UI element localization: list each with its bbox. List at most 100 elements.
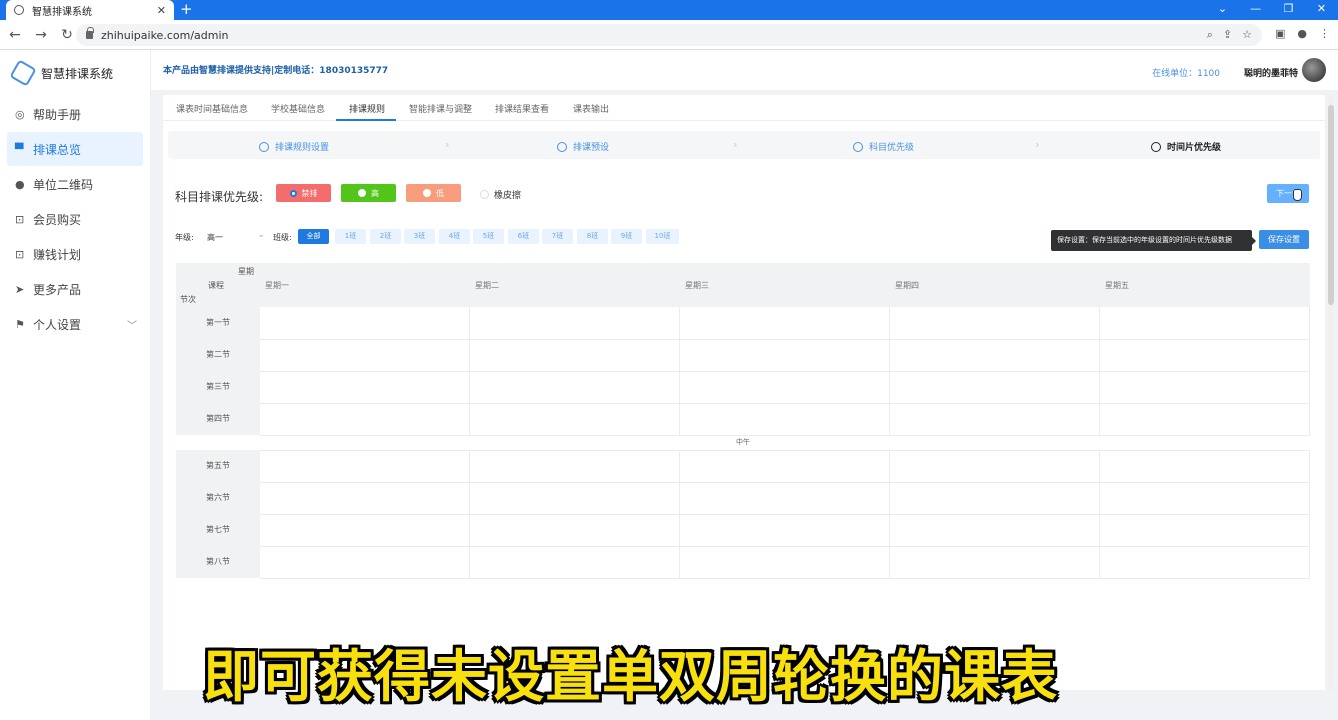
- tab-rules[interactable]: 排课规则: [349, 102, 385, 115]
- class-button[interactable]: 2班: [370, 229, 401, 244]
- sidebar-item-label: 会员购买: [33, 212, 82, 227]
- sidebar-item-earn[interactable]: ⊡ 赚钱计划: [7, 237, 143, 271]
- step-presets[interactable]: 排课预设: [557, 140, 609, 153]
- share-icon[interactable]: ⇪: [1223, 28, 1232, 42]
- steps-bar: 排课规则设置 › 排课预设 › 科目优先级 › 时间片优先级: [168, 131, 1320, 159]
- period-label: 第二节: [176, 339, 260, 371]
- sidebar-item-overview[interactable]: ▀ 排课总览: [7, 132, 143, 166]
- period-label: 第五节: [176, 450, 260, 482]
- day-header: 星期五: [1105, 281, 1129, 290]
- zoom-icon[interactable]: ⌕: [1207, 28, 1213, 42]
- grid-line: [260, 435, 1310, 436]
- grade-select[interactable]: 高一 ⌄: [203, 228, 267, 245]
- url-field[interactable]: zhihuipaike.com/admin ⌕ ⇪ ☆: [76, 24, 1262, 46]
- browser-tab[interactable]: 智慧排课系统 ✕: [6, 0, 174, 20]
- new-tab-icon[interactable]: +: [180, 0, 193, 20]
- tab-time-info[interactable]: 课表时间基础信息: [176, 102, 248, 115]
- forward-icon[interactable]: →: [30, 27, 52, 43]
- lock-icon: [86, 27, 94, 39]
- grid-line: [260, 403, 1310, 404]
- class-button[interactable]: 4班: [439, 229, 470, 244]
- class-button[interactable]: 8班: [577, 229, 608, 244]
- url-text: zhihuipaike.com/admin: [101, 28, 229, 42]
- reload-icon[interactable]: ↻: [56, 27, 78, 43]
- video-subtitle: 即可获得未设置单双周轮换的课表: [203, 645, 1058, 710]
- chevron-down-icon: ⌄: [257, 230, 265, 240]
- day-header: 星期二: [475, 281, 499, 290]
- tab-smart-schedule[interactable]: 智能排课与调整: [409, 102, 472, 115]
- user-icon: ●: [15, 177, 25, 191]
- step-rule-settings[interactable]: 排课规则设置: [259, 140, 329, 153]
- grid-line: [1309, 307, 1310, 435]
- grid-line: [260, 514, 1310, 515]
- next-button[interactable]: 下一步: [1267, 184, 1309, 203]
- grade-label: 年级:: [175, 233, 194, 242]
- sidebar-item-label: 个人设置: [33, 317, 82, 332]
- class-button[interactable]: 5班: [473, 229, 504, 244]
- cart-icon: ⊡: [15, 212, 25, 226]
- class-button[interactable]: 10班: [646, 229, 679, 244]
- save-settings-button[interactable]: 保存设置: [1259, 230, 1309, 249]
- eraser-option[interactable]: 橡皮擦: [480, 188, 521, 201]
- sidebar-item-label: 更多产品: [33, 282, 82, 297]
- period-label: 第六节: [176, 482, 260, 514]
- class-button[interactable]: 1班: [335, 229, 366, 244]
- monitor-icon: ▀: [15, 142, 24, 156]
- class-button[interactable]: 6班: [508, 229, 539, 244]
- username[interactable]: 聪明的墨菲特: [1244, 66, 1298, 79]
- sidebar-item-more-products[interactable]: ➤ 更多产品: [7, 272, 143, 306]
- grid-line: [260, 546, 1310, 547]
- profile-icon[interactable]: ●: [1297, 27, 1307, 40]
- circle-icon: [557, 141, 567, 152]
- timetable-grid: 星期 课程 节次 星期一 星期二 星期三 星期四 星期五 第一节 第二节 第三节…: [176, 263, 1310, 579]
- priority-low-button[interactable]: 低: [406, 184, 461, 202]
- class-button[interactable]: 7班: [542, 229, 573, 244]
- scrollbar[interactable]: [1328, 95, 1334, 690]
- class-button[interactable]: 9班: [611, 229, 642, 244]
- minimize-icon[interactable]: —: [1239, 0, 1272, 20]
- restore-icon[interactable]: ❐: [1272, 0, 1305, 20]
- grid-line: [889, 450, 890, 578]
- priority-high-button[interactable]: 高: [341, 184, 396, 202]
- sidebar-item-label: 排课总览: [33, 142, 82, 157]
- step-timeslot-priority[interactable]: 时间片优先级: [1151, 140, 1221, 153]
- app-logo[interactable]: 智慧排课系统: [0, 50, 150, 96]
- grid-line: [260, 450, 1310, 451]
- sidebar-item-settings[interactable]: ⚑ 个人设置 ﹀: [7, 307, 143, 341]
- grid-line: [260, 339, 1310, 340]
- corner-period: 节次: [180, 295, 196, 304]
- star-icon[interactable]: ☆: [1242, 28, 1252, 42]
- main-content: 课表时间基础信息 学校基础信息 排课规则 智能排课与调整 排课结果查看 课表输出…: [163, 95, 1325, 690]
- menu-dots-icon[interactable]: ⋮: [1319, 27, 1330, 40]
- sidebar-item-membership[interactable]: ⊡ 会员购买: [7, 202, 143, 236]
- period-label: 第七节: [176, 514, 260, 546]
- step-subject-priority[interactable]: 科目优先级: [853, 140, 914, 153]
- noon-divider: 中午: [736, 438, 750, 446]
- sidebar-item-label: 帮助手册: [33, 107, 82, 122]
- send-icon: ➤: [15, 282, 25, 296]
- window-controls: ⌄ — ❐ ✕: [1206, 0, 1338, 20]
- sidebar-item-qrcode[interactable]: ● 单位二维码: [7, 167, 143, 201]
- close-tab-icon[interactable]: ✕: [157, 4, 166, 17]
- back-icon[interactable]: ←: [4, 27, 26, 43]
- day-header: 星期四: [895, 281, 919, 290]
- nav-tabs: 课表时间基础信息 学校基础信息 排课规则 智能排课与调整 排课结果查看 课表输出: [163, 95, 1325, 121]
- tab-output[interactable]: 课表输出: [573, 102, 609, 115]
- priority-forbid-button[interactable]: 禁排: [276, 184, 331, 202]
- avatar[interactable]: [1302, 58, 1326, 82]
- scrollbar-thumb[interactable]: [1328, 105, 1334, 305]
- class-all-button[interactable]: 全部: [298, 229, 329, 244]
- class-button[interactable]: 3班: [404, 229, 435, 244]
- chevron-down-icon[interactable]: ⌄: [1206, 0, 1239, 20]
- sidebar-item-label: 单位二维码: [33, 177, 94, 192]
- sidepanel-icon[interactable]: ▣: [1275, 27, 1285, 40]
- app-header: 本产品由智慧排课提供支持|定制电话：18030135777 在线单位：1100 …: [151, 50, 1338, 90]
- radio-icon: [480, 190, 489, 199]
- sidebar-item-help[interactable]: ◎ 帮助手册: [7, 97, 143, 131]
- tab-results[interactable]: 排课结果查看: [495, 102, 549, 115]
- radio-icon: [423, 189, 431, 197]
- close-window-icon[interactable]: ✕: [1305, 0, 1338, 20]
- tab-school-info[interactable]: 学校基础信息: [271, 102, 325, 115]
- table-header: 星期 课程 节次 星期一 星期二 星期三 星期四 星期五: [176, 263, 1310, 307]
- grid-line: [1099, 307, 1100, 435]
